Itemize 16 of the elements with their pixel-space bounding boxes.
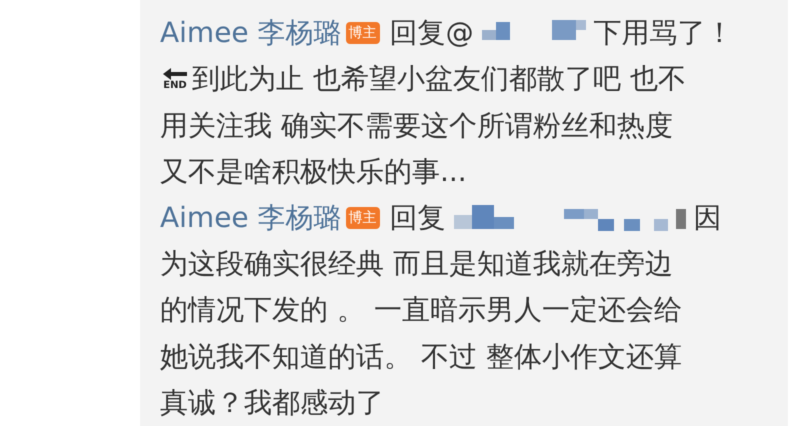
- comment-text: 为这段确实很经典 而且是知道我就在旁边: [160, 246, 673, 282]
- reply-text: 下用骂了！: [594, 15, 734, 52]
- comment-text: 到此为止 也希望小盆友们都散了吧 也不: [192, 61, 686, 98]
- comment-text: 又不是啥积极快乐的事...: [160, 154, 467, 190]
- reply-label: 回复: [390, 200, 446, 236]
- blogger-badge: 博主: [346, 206, 380, 229]
- comment-text: 的情况下发的 。 一直暗示男人一定还会给: [160, 292, 682, 328]
- author-name[interactable]: Aimee 李杨璐: [160, 198, 342, 237]
- comment-text: 她说我不知道的话。 不过 整体小作文还算: [160, 338, 682, 375]
- blogger-badge: 博主: [346, 22, 380, 44]
- comment-text: 用关注我 确实不需要这个所谓粉丝和热度: [160, 108, 673, 144]
- redacted-mosaic-icon: [454, 204, 686, 231]
- reply-text: 因: [694, 200, 722, 236]
- reply-label: 回复@: [390, 15, 474, 52]
- author-name[interactable]: Aimee 李杨璐: [160, 14, 342, 52]
- comment-text: 真诚？我都感动了: [160, 384, 384, 421]
